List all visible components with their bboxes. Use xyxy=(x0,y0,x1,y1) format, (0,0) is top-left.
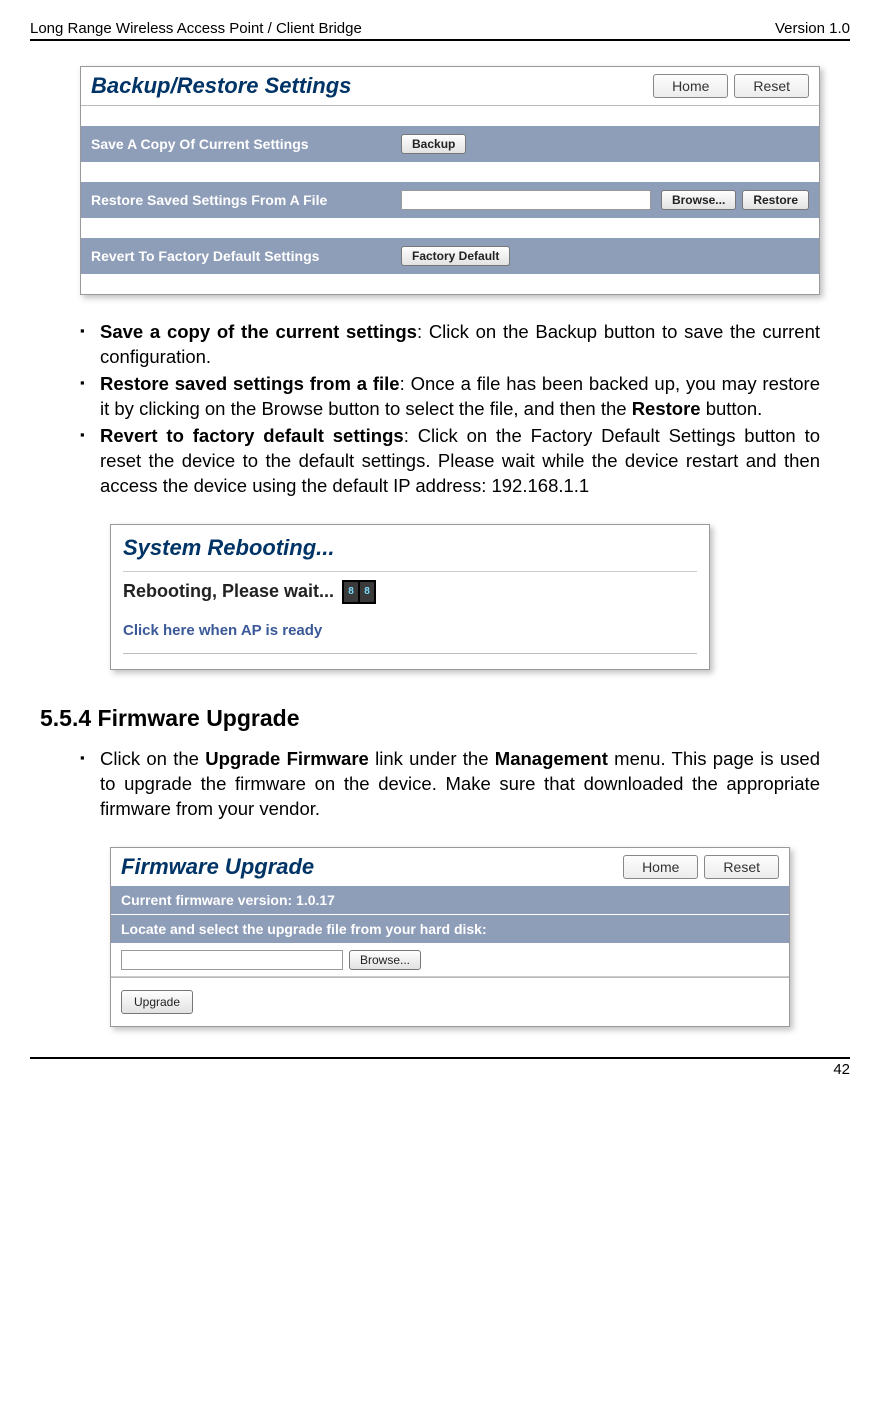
timer-icon: 88 xyxy=(342,580,376,604)
page-number: 42 xyxy=(833,1061,850,1078)
panel-title: Backup/Restore Settings xyxy=(91,73,647,99)
fw-locate-row: Locate and select the upgrade file from … xyxy=(111,915,789,944)
fw-file-row: Browse... xyxy=(111,944,789,977)
header-left: Long Range Wireless Access Point / Clien… xyxy=(30,20,362,37)
header-right: Version 1.0 xyxy=(775,20,850,37)
reboot-title: System Rebooting... xyxy=(123,535,697,561)
firmware-upgrade-panel: Firmware Upgrade Home Reset Current firm… xyxy=(110,847,790,1027)
row-save-settings: Save A Copy Of Current Settings Backup xyxy=(81,126,819,162)
reboot-wait-row: Rebooting, Please wait... 88 xyxy=(123,571,697,612)
label-revert: Revert To Factory Default Settings xyxy=(91,248,401,264)
home-button[interactable]: Home xyxy=(653,74,728,98)
row-restore-file: Restore Saved Settings From A File Brows… xyxy=(81,182,819,218)
list-item: Restore saved settings from a file: Once… xyxy=(80,372,820,422)
reboot-panel: System Rebooting... Rebooting, Please wa… xyxy=(110,524,710,670)
fw-file-input[interactable] xyxy=(121,950,343,970)
reset-button[interactable]: Reset xyxy=(734,74,809,98)
upgrade-button[interactable]: Upgrade xyxy=(121,990,193,1014)
firmware-instruction-list: Click on the Upgrade Firmware link under… xyxy=(30,747,820,822)
list-item: Revert to factory default settings: Clic… xyxy=(80,424,820,499)
factory-default-button[interactable]: Factory Default xyxy=(401,246,510,266)
list-item: Save a copy of the current settings: Cli… xyxy=(80,320,820,370)
file-path-input[interactable] xyxy=(401,190,651,210)
section-heading: 5.5.4 Firmware Upgrade xyxy=(40,705,850,732)
ap-ready-link[interactable]: Click here when AP is ready xyxy=(123,612,697,653)
backup-restore-panel: Backup/Restore Settings Home Reset Save … xyxy=(80,66,820,295)
label-restore: Restore Saved Settings From A File xyxy=(91,192,401,208)
row-factory-default: Revert To Factory Default Settings Facto… xyxy=(81,238,819,274)
backup-button[interactable]: Backup xyxy=(401,134,466,154)
label-save: Save A Copy Of Current Settings xyxy=(91,136,401,152)
list-item: Click on the Upgrade Firmware link under… xyxy=(80,747,820,822)
browse-button[interactable]: Browse... xyxy=(661,190,736,210)
restore-button[interactable]: Restore xyxy=(742,190,809,210)
fw-panel-title: Firmware Upgrade xyxy=(121,854,617,880)
browse-button[interactable]: Browse... xyxy=(349,950,421,970)
reset-button[interactable]: Reset xyxy=(704,855,779,879)
page-footer: 42 xyxy=(30,1057,850,1078)
fw-version-row: Current firmware version: 1.0.17 xyxy=(111,886,789,915)
doc-header: Long Range Wireless Access Point / Clien… xyxy=(30,20,850,41)
instruction-list: Save a copy of the current settings: Cli… xyxy=(30,320,820,499)
home-button[interactable]: Home xyxy=(623,855,698,879)
